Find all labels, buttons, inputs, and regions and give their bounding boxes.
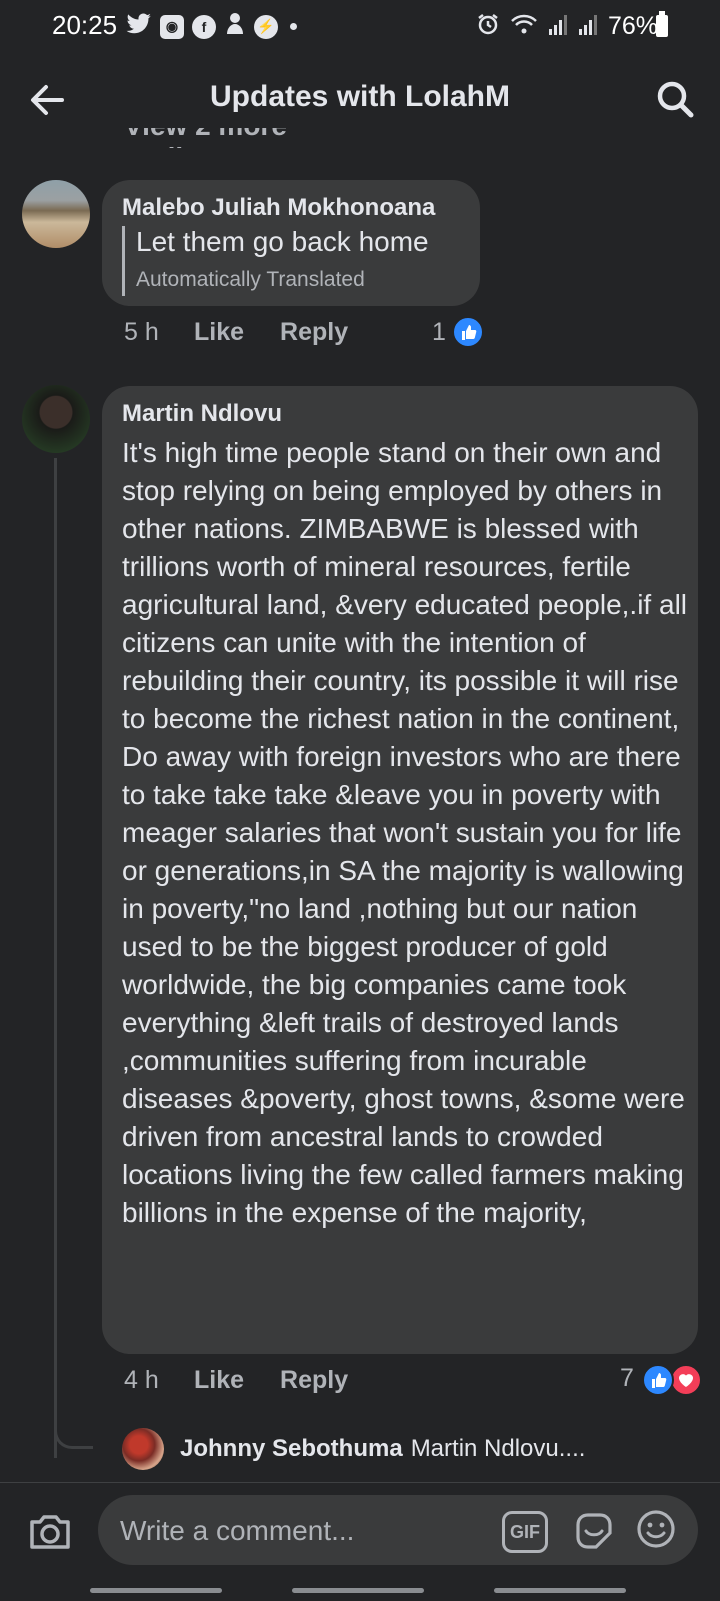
system-icons: 76% <box>476 12 658 41</box>
comment-author[interactable]: Martin Ndlovu <box>122 400 282 428</box>
emoji-button[interactable] <box>634 1507 678 1551</box>
status-time: 20:25 <box>52 10 118 40</box>
thread-connector <box>54 1400 93 1449</box>
translation-indicator <box>122 226 125 296</box>
camera-icon <box>30 1515 70 1549</box>
comment-text: Let them go back home <box>136 226 429 257</box>
reply-text: Martin Ndlovu.... <box>410 1435 586 1462</box>
search-icon <box>657 81 694 118</box>
comment-time[interactable]: 5 h <box>124 318 194 347</box>
comment-bubble[interactable]: Malebo Juliah Mokhonoana Let them go bac… <box>102 180 480 306</box>
comment-actions: 5 h Like Reply <box>124 318 384 347</box>
reply-author[interactable]: Johnny Sebothuma <box>180 1435 403 1463</box>
comment-actions: 4 h Like Reply <box>124 1366 384 1395</box>
gif-button[interactable]: GIF <box>502 1511 548 1553</box>
reply-button[interactable]: Reply <box>280 318 348 347</box>
like-button[interactable]: Like <box>194 318 244 347</box>
page-title: Updates with LolahM <box>210 80 510 113</box>
care-icon <box>224 12 246 41</box>
signal-icon-1 <box>548 13 568 40</box>
like-reaction-icon <box>452 316 484 348</box>
comment-input-placeholder: Write a comment... <box>120 1515 355 1546</box>
recents-nav-button[interactable] <box>90 1588 222 1593</box>
reaction-count[interactable]: 7 <box>620 1364 634 1393</box>
avatar[interactable] <box>22 180 90 248</box>
signal-icon-2 <box>578 13 598 40</box>
like-button[interactable]: Like <box>194 1366 244 1395</box>
reply-button[interactable]: Reply <box>280 1366 348 1395</box>
search-button[interactable] <box>652 76 700 124</box>
alarm-icon <box>476 12 500 41</box>
sticker-icon <box>576 1513 612 1549</box>
translation-note[interactable]: Automatically Translated <box>136 268 365 292</box>
reply-preview[interactable]: Johnny Sebothuma Martin Ndlovu.... <box>122 1428 585 1470</box>
wifi-icon <box>510 13 538 40</box>
avatar[interactable] <box>122 1428 164 1470</box>
messenger-icon: ⚡ <box>254 14 278 39</box>
home-nav-button[interactable] <box>292 1588 424 1593</box>
emoji-icon <box>637 1510 675 1548</box>
avatar[interactable] <box>22 385 90 453</box>
view-more-replies-link[interactable]: View 2 more replies... <box>124 128 384 148</box>
comment-bubble[interactable]: Martin Ndlovu It's high time people stan… <box>102 386 698 1354</box>
battery-icon <box>656 11 668 37</box>
camera-button[interactable] <box>26 1507 74 1555</box>
top-app-bar: Updates with LolahM <box>0 60 720 136</box>
back-nav-button[interactable] <box>494 1588 626 1593</box>
comment-author[interactable]: Malebo Juliah Mokhonoana <box>122 194 435 222</box>
status-bar: 20:25 ◉ f ⚡ 76% <box>0 0 720 52</box>
comment-text: It's high time people stand on their own… <box>122 437 688 1228</box>
facebook-icon: f <box>192 14 216 39</box>
camera-app-icon: ◉ <box>160 14 184 39</box>
sticker-button[interactable] <box>572 1509 616 1553</box>
reaction-count[interactable]: 1 <box>432 318 446 347</box>
system-navigation-bar <box>0 1580 720 1600</box>
battery-percent: 76% <box>607 12 658 40</box>
more-notifications-dot <box>290 23 297 30</box>
thread-line <box>54 458 57 1458</box>
love-reaction-icon <box>670 1364 702 1396</box>
twitter-icon <box>126 13 152 40</box>
comment-time[interactable]: 4 h <box>124 1366 194 1395</box>
comment-input[interactable]: Write a comment... GIF <box>98 1495 698 1565</box>
notification-icons: ◉ f ⚡ <box>126 12 297 41</box>
like-reaction-icon <box>642 1364 674 1396</box>
